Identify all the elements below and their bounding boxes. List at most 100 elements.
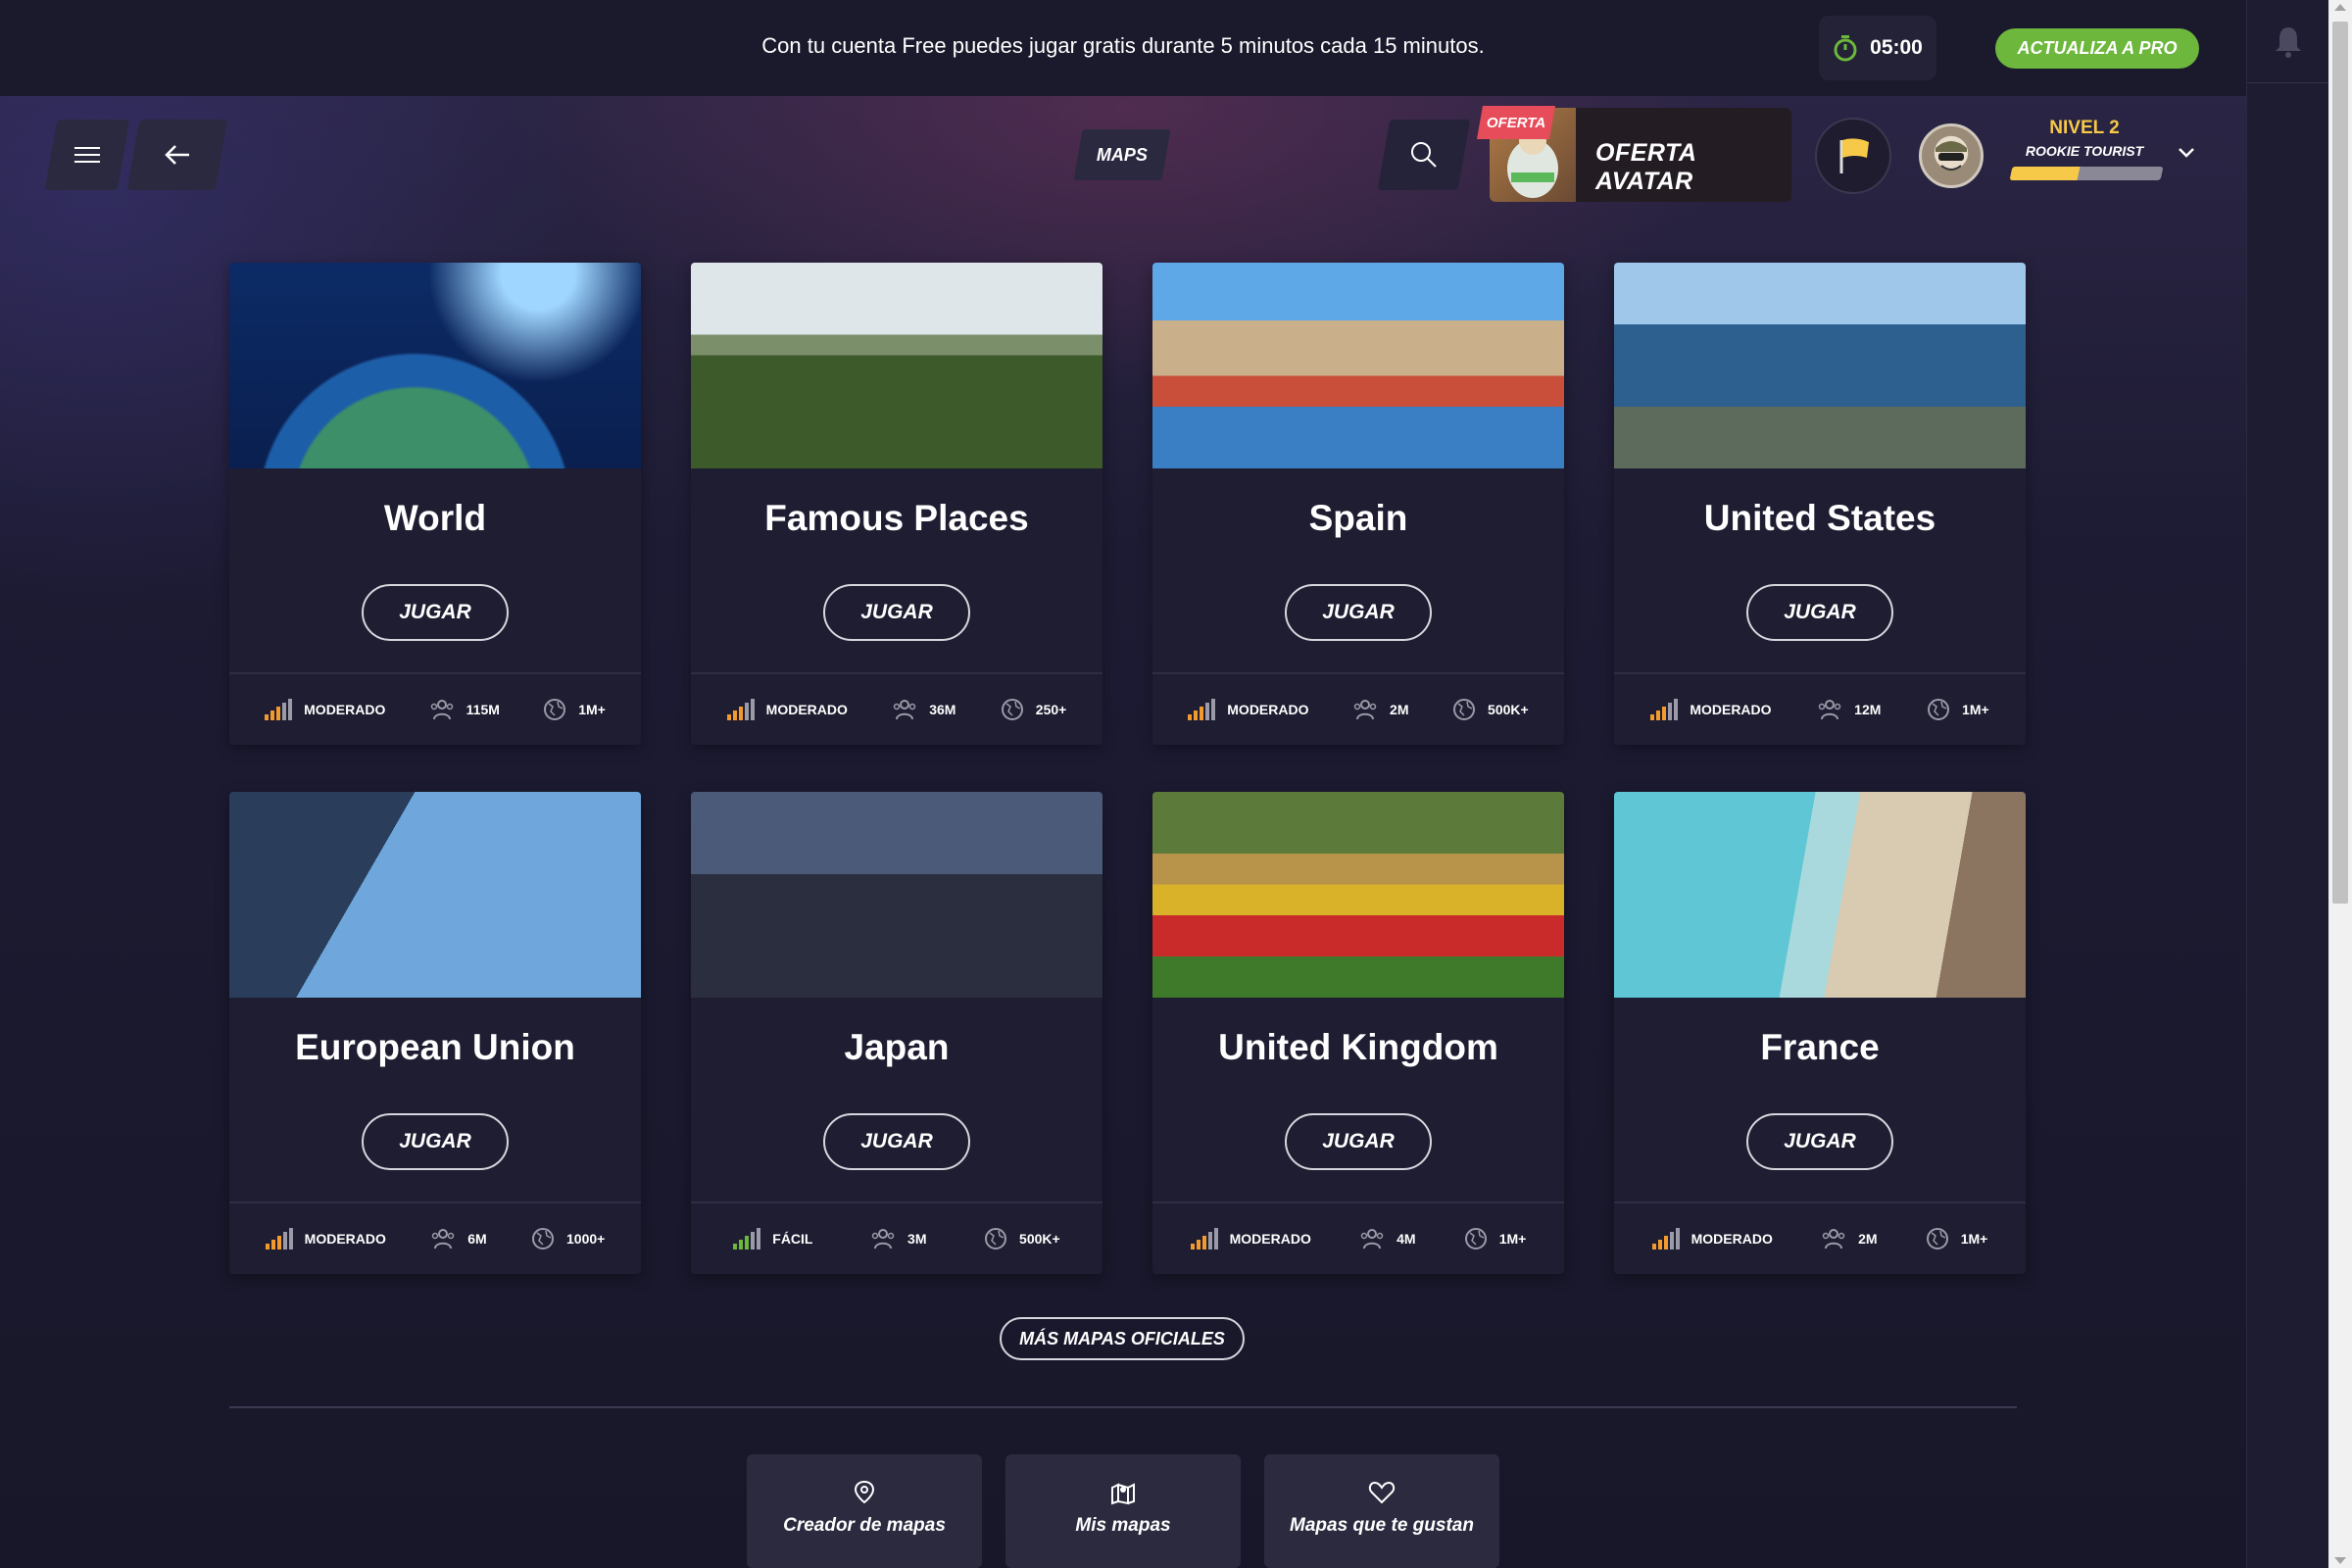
panel-divider [2247,82,2329,83]
players-stat: 2M [1821,1227,1878,1250]
difficulty-label: MODERADO [1229,1231,1311,1247]
players-icon [893,700,916,720]
map-card-title: United Kingdom [1218,1027,1498,1067]
page-scrollbar[interactable] [2328,0,2352,1568]
back-button[interactable] [126,120,228,190]
map-card-image[interactable] [229,263,641,468]
main-viewport: Con tu cuenta Free puedes jugar gratis d… [0,0,2246,1568]
map-card-stats: MODERADO 2M 500K+ [1152,674,1564,745]
map-card[interactable]: United States JUGAR MODERADO 12M 1M+ [1614,263,2026,745]
my-maps-button[interactable]: Mis mapas [1005,1454,1241,1568]
hamburger-icon [74,147,100,163]
search-button[interactable] [1377,120,1471,190]
locations-stat: 1M+ [1927,698,1989,721]
heart-icon [1368,1481,1396,1504]
menu-button[interactable] [44,120,130,190]
map-creator-label: Creador de mapas [783,1515,946,1536]
globe-icon [1464,1228,1487,1250]
difficulty-label: MODERADO [304,702,386,717]
difficulty-bars-icon [265,699,293,720]
map-card-image[interactable] [1614,263,2026,468]
more-official-maps-button[interactable]: MÁS MAPAS OFICIALES [1000,1317,1245,1360]
locations-count: 500K+ [1019,1231,1060,1247]
play-button[interactable]: JUGAR [362,584,509,641]
globe-icon [1001,699,1023,720]
level-progress-bar [2009,167,2164,180]
players-count: 6M [467,1231,487,1247]
players-count: 115M [466,702,500,717]
avatar-offer[interactable]: OFERTA OFERTA AVATAR [1477,106,1791,202]
map-creator-button[interactable]: Creador de mapas [747,1454,982,1568]
liked-maps-button[interactable]: Mapas que te gustan [1264,1454,1499,1568]
locations-count: 250+ [1035,702,1067,717]
difficulty-bars-icon [726,699,755,720]
map-card[interactable]: Spain JUGAR MODERADO 2M 500K+ [1152,263,1564,745]
players-icon [1822,1229,1845,1250]
my-maps-label: Mis mapas [1075,1515,1171,1536]
play-button[interactable]: JUGAR [1746,1113,1893,1170]
map-card[interactable]: United Kingdom JUGAR MODERADO 4M 1M+ [1152,792,1564,1274]
difficulty-bars-icon [1190,1228,1218,1250]
locations-count: 500K+ [1488,702,1529,717]
map-card-image[interactable] [1614,792,2026,998]
players-icon [1353,700,1377,720]
map-card-image[interactable] [1152,792,1564,998]
difficulty-stat: MODERADO [265,699,385,720]
locations-stat: 1M+ [543,698,606,721]
globe-icon [1926,1228,1948,1250]
map-card-title: World [383,498,487,538]
level-number: NIVEL 2 [2049,118,2120,138]
map-card[interactable]: Famous Places JUGAR MODERADO 36M 250+ [691,263,1102,745]
play-button[interactable]: JUGAR [1746,584,1893,641]
difficulty-label: MODERADO [304,1231,386,1247]
timer-value: 05:00 [1870,36,1923,59]
players-count: 3M [907,1231,927,1247]
locations-count: 1M+ [1962,702,1989,717]
players-stat: 6M [430,1227,487,1250]
map-card-image[interactable] [691,263,1102,468]
locations-count: 1000+ [566,1231,606,1247]
map-card-stats: MODERADO 12M 1M+ [1614,674,2026,745]
level-progress-fill [2009,167,2081,180]
play-button[interactable]: JUGAR [823,1113,970,1170]
players-stat: 4M [1359,1227,1416,1250]
scroll-up-icon[interactable] [2334,4,2346,11]
play-button[interactable]: JUGAR [823,584,970,641]
map-pin-icon [854,1480,875,1504]
players-count: 12M [1854,702,1882,717]
play-button[interactable]: JUGAR [1285,1113,1432,1170]
players-stat: 36M [892,698,956,721]
difficulty-stat: MODERADO [726,699,848,720]
globe-icon [544,699,566,720]
upgrade-pro-button[interactable]: ACTUALIZA A PRO [1995,28,2199,69]
chevron-down-icon[interactable] [2178,147,2195,159]
avatar[interactable] [1919,123,1984,188]
offer-tag: OFERTA [1477,106,1555,139]
difficulty-label: MODERADO [1690,1231,1773,1247]
play-button[interactable]: JUGAR [1285,584,1432,641]
flag-button[interactable] [1815,118,1891,194]
locations-stat: 1M+ [1464,1227,1526,1250]
difficulty-bars-icon [1650,699,1679,720]
bell-icon[interactable] [2269,22,2308,61]
map-card[interactable]: European Union JUGAR MODERADO 6M 1000+ [229,792,641,1274]
scrollbar-thumb[interactable] [2332,22,2348,904]
difficulty-label: FÁCIL [772,1231,813,1247]
map-card[interactable]: Japan JUGAR FÁCIL 3M 500K+ [691,792,1102,1274]
map-card-image[interactable] [1152,263,1564,468]
notifications-panel [2246,0,2329,1568]
globe-icon [1928,699,1950,720]
level-indicator[interactable]: NIVEL 2 ROOKIE TOURIST [2009,118,2164,180]
section-divider [229,1406,2017,1408]
map-card[interactable]: World JUGAR MODERADO 115M 1M+ [229,263,641,745]
play-button[interactable]: JUGAR [362,1113,509,1170]
map-card-title: France [1760,1027,1880,1067]
map-card-image[interactable] [691,792,1102,998]
tab-maps[interactable]: MAPS [1073,129,1171,180]
locations-stat: 500K+ [984,1227,1060,1250]
locations-stat: 250+ [1001,698,1067,721]
map-card-image[interactable] [229,792,641,998]
map-card[interactable]: France JUGAR MODERADO 2M 1M+ [1614,792,2026,1274]
locations-stat: 500K+ [1452,698,1529,721]
scroll-down-icon[interactable] [2334,1557,2346,1564]
